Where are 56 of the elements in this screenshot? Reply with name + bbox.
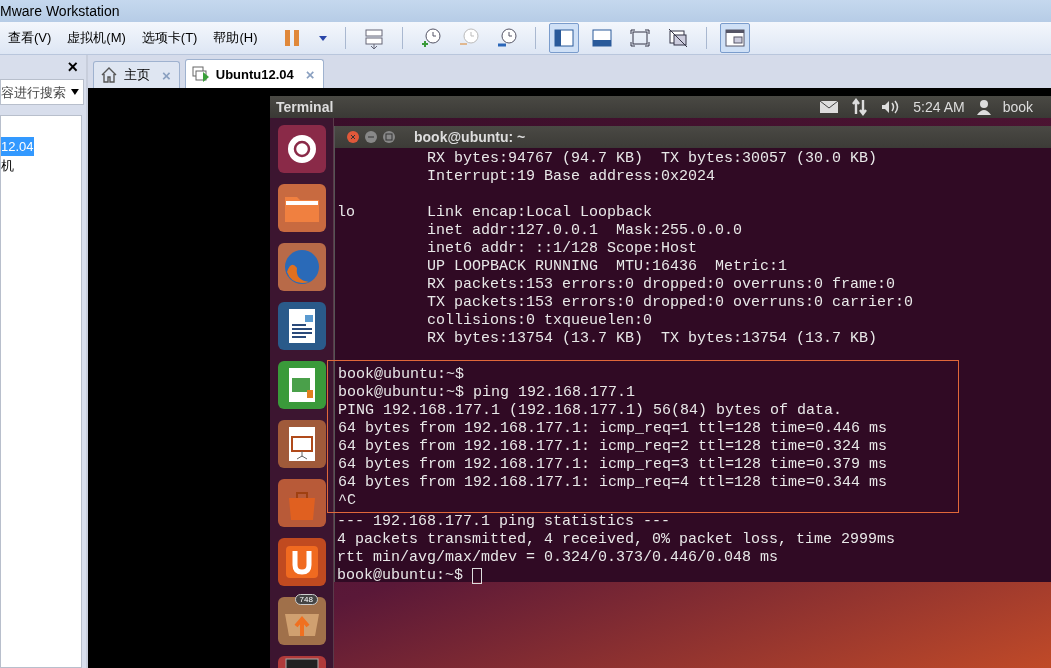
window-title: book@ubuntu: ~	[414, 129, 526, 145]
terminal-line: ^C	[338, 492, 356, 510]
terminal-line: Interrupt:19 Base address:0x2024	[426, 168, 716, 186]
console-view-icon[interactable]	[719, 23, 750, 53]
sidebar-view-icon[interactable]	[548, 23, 579, 53]
terminal-line: inet addr:127.0.0.1 Mask:255.0.0.0	[426, 222, 743, 240]
close-button[interactable]: ×	[67, 56, 78, 78]
tab[interactable]: 主页 ×	[93, 61, 180, 88]
user-name[interactable]: book	[1002, 99, 1033, 115]
menu-item[interactable]: 选项卡(T)	[141, 29, 198, 47]
globe-icon[interactable]	[276, 242, 327, 292]
terminal-line: PING 192.168.177.1 (192.168.177.1) 56(84) bytes of data.	[338, 402, 843, 420]
tab-label: Ubuntu12.04	[215, 66, 294, 82]
shopping-bag-icon[interactable]	[276, 478, 327, 528]
tab-label: 主页	[124, 66, 150, 84]
ubuntu-logo-icon[interactable]	[276, 124, 327, 174]
folder-icon[interactable]	[276, 183, 327, 233]
terminal-line: 64 bytes from 192.168.177.1: icmp_req=2 ttl=128 time=0.324 ms	[338, 438, 888, 456]
search-field[interactable]: 容进行搜索	[0, 79, 84, 105]
window-title: Mware Workstation	[0, 3, 120, 19]
terminal-line: book@ubuntu:~$	[338, 366, 465, 384]
user-icon	[976, 99, 991, 115]
envelope-icon[interactable]	[819, 100, 840, 114]
menu-item[interactable]: 查看(V)	[8, 29, 52, 47]
terminal-line: 64 bytes from 192.168.177.1: icmp_req=1 ttl=128 time=0.446 ms	[338, 420, 888, 438]
app-title: Terminal	[276, 99, 334, 115]
terminal-line: TX packets:153 errors:0 dropped:0 overruns:0 carrier:0	[426, 294, 914, 312]
count-badge: 748	[294, 594, 318, 605]
spreadsheet-icon[interactable]	[276, 360, 327, 410]
terminal-line: RX packets:153 errors:0 dropped:0 overruns:0 frame:0	[426, 276, 896, 294]
menu-item[interactable]: 虚拟机(M)	[67, 29, 126, 47]
terminal-line: 64 bytes from 192.168.177.1: icmp_req=4 ttl=128 time=0.344 ms	[338, 474, 888, 492]
terminal-line: --- 192.168.177.1 ping statistics ---	[337, 513, 671, 531]
terminal-line: book@ubuntu:~$ ping 192.168.177.1	[338, 384, 636, 402]
terminal-line: book@ubuntu:~$	[337, 567, 464, 585]
network-arrows-icon[interactable]	[851, 98, 870, 116]
tree-item[interactable]: 机	[1, 155, 14, 177]
clock[interactable]: 5:24 AM	[913, 99, 965, 115]
document-icon[interactable]	[276, 301, 327, 351]
menu-item[interactable]: 帮助(H)	[213, 29, 258, 47]
presentation-icon[interactable]	[276, 419, 327, 469]
letter-u-icon[interactable]	[276, 537, 327, 587]
terminal-line: 4 packets transmitted, 4 received, 0% packet loss, time 2999ms	[337, 531, 896, 549]
terminal-line: RX bytes:94767 (94.7 KB) TX bytes:30057 (30.0 KB)	[426, 150, 878, 168]
box-upload-icon[interactable]	[276, 596, 327, 646]
vm-icon	[191, 65, 210, 83]
terminal-line: RX bytes:13754 (13.7 KB) TX bytes:13754 (13.7 KB)	[426, 330, 878, 348]
terminal-line: collisions:0 txqueuelen:0	[426, 312, 653, 330]
home-icon	[100, 66, 118, 84]
terminal-line: lo Link encap:Local Loopback	[337, 204, 653, 222]
terminal-line: inet6 addr: ::1/128 Scope:Host	[426, 240, 698, 258]
terminal-line: rtt min/avg/max/mdev = 0.324/0.373/0.446/0.048 ms	[337, 549, 779, 567]
terminal-line: 64 bytes from 192.168.177.1: icmp_req=3 ttl=128 time=0.379 ms	[338, 456, 888, 474]
dropdown-caret-icon[interactable]	[70, 88, 80, 96]
terminal-line: UP LOOPBACK RUNNING MTU:16436 Metric:1	[426, 258, 788, 276]
tab[interactable]: Ubuntu12.04 ×	[184, 59, 324, 88]
